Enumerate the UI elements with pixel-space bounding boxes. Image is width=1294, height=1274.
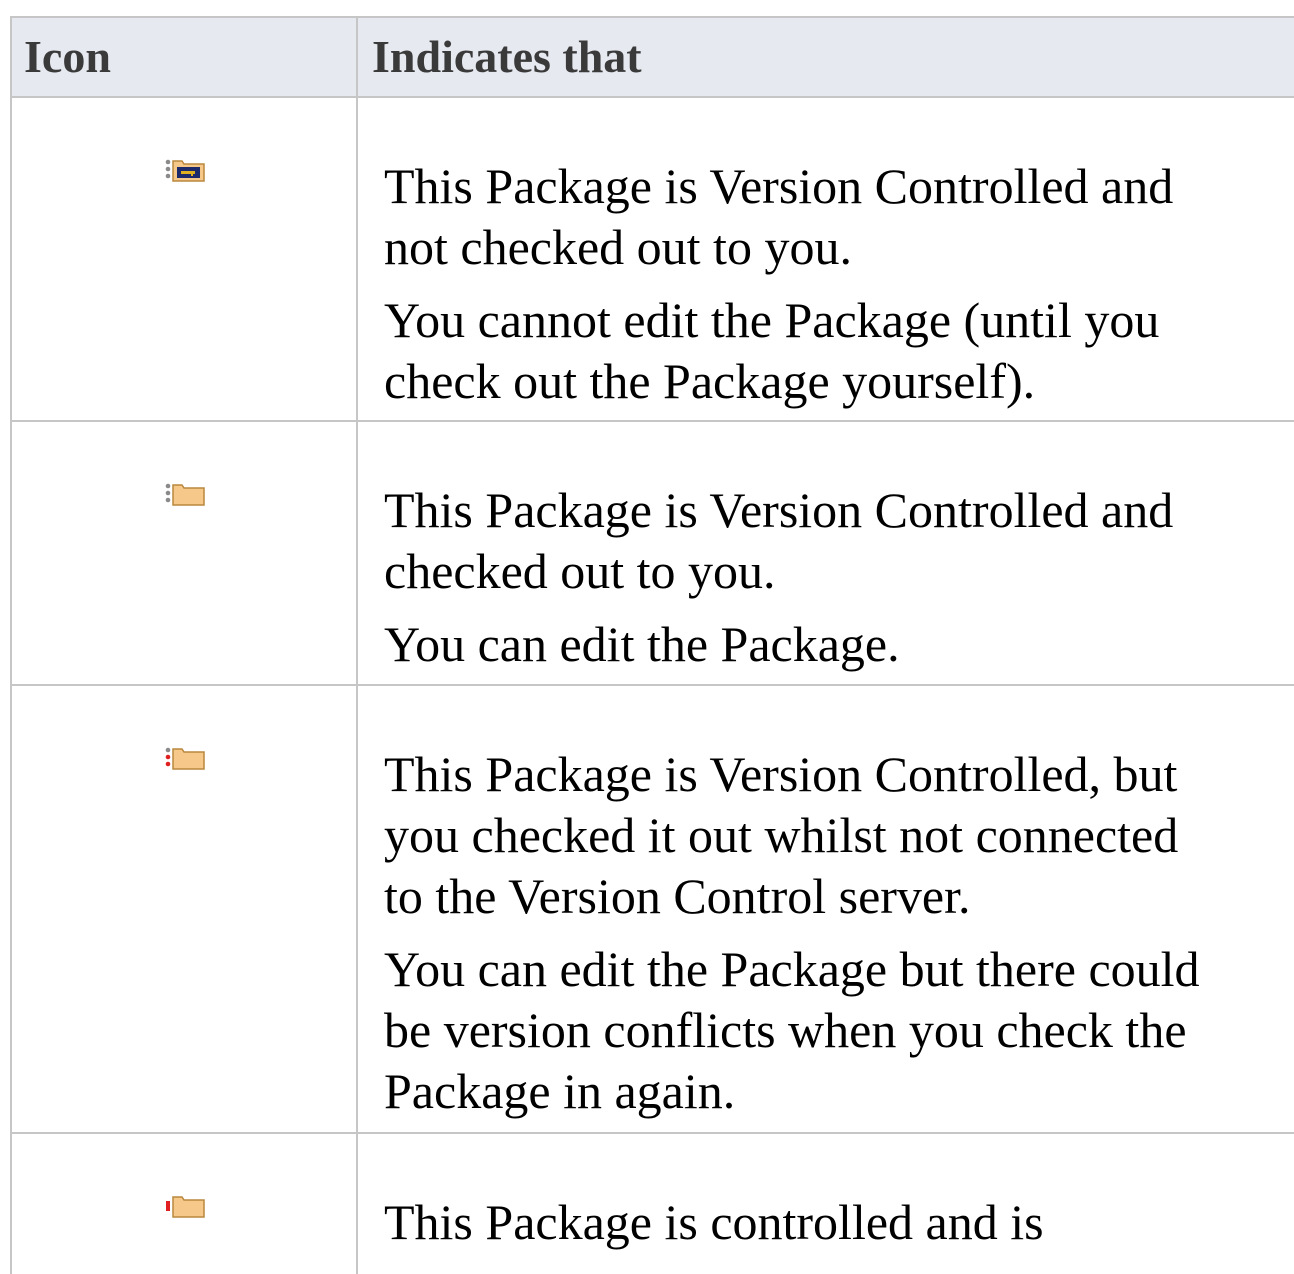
- description-paragraph-1: This Package is Version Controlled and n…: [384, 158, 1174, 275]
- description-paragraph-2: You can edit the Package but there could…: [384, 941, 1200, 1119]
- table-row: This Package is Version Controlled and c…: [12, 422, 1294, 686]
- package-controlled-icon: [166, 1196, 205, 1218]
- package-checked-out-offline-icon: [165, 747, 205, 770]
- description-paragraph-2: You cannot edit the Package (until you c…: [384, 292, 1160, 409]
- icon-cell: [12, 98, 358, 420]
- description-paragraph-1: This Package is controlled and is: [384, 1194, 1044, 1250]
- header-icon-column: Icon: [12, 18, 358, 96]
- icon-cell: [12, 422, 358, 684]
- package-version-controlled-locked-icon: [165, 159, 205, 182]
- table-header: Icon Indicates that: [12, 18, 1294, 98]
- description-cell: This Package is Version Controlled, but …: [358, 686, 1294, 1132]
- description-cell: This Package is Version Controlled and c…: [358, 422, 1294, 684]
- table-row: This Package is Version Controlled and n…: [12, 98, 1294, 422]
- description-cell: This Package is controlled and is: [358, 1134, 1294, 1274]
- description-paragraph-1: This Package is Version Controlled, but …: [384, 746, 1179, 924]
- header-indicates-column: Indicates that: [372, 31, 642, 82]
- package-checked-out-icon: [165, 483, 205, 506]
- icon-legend-table: Icon Indicates that This Package is Vers…: [10, 16, 1294, 1274]
- description-cell: This Package is Version Controlled and n…: [358, 98, 1294, 420]
- description-paragraph-2: You can edit the Package.: [384, 616, 900, 672]
- table-row: This Package is controlled and is: [12, 1134, 1294, 1274]
- icon-cell: [12, 686, 358, 1132]
- table-row: This Package is Version Controlled, but …: [12, 686, 1294, 1134]
- description-paragraph-1: This Package is Version Controlled and c…: [384, 482, 1174, 599]
- icon-cell: [12, 1134, 358, 1274]
